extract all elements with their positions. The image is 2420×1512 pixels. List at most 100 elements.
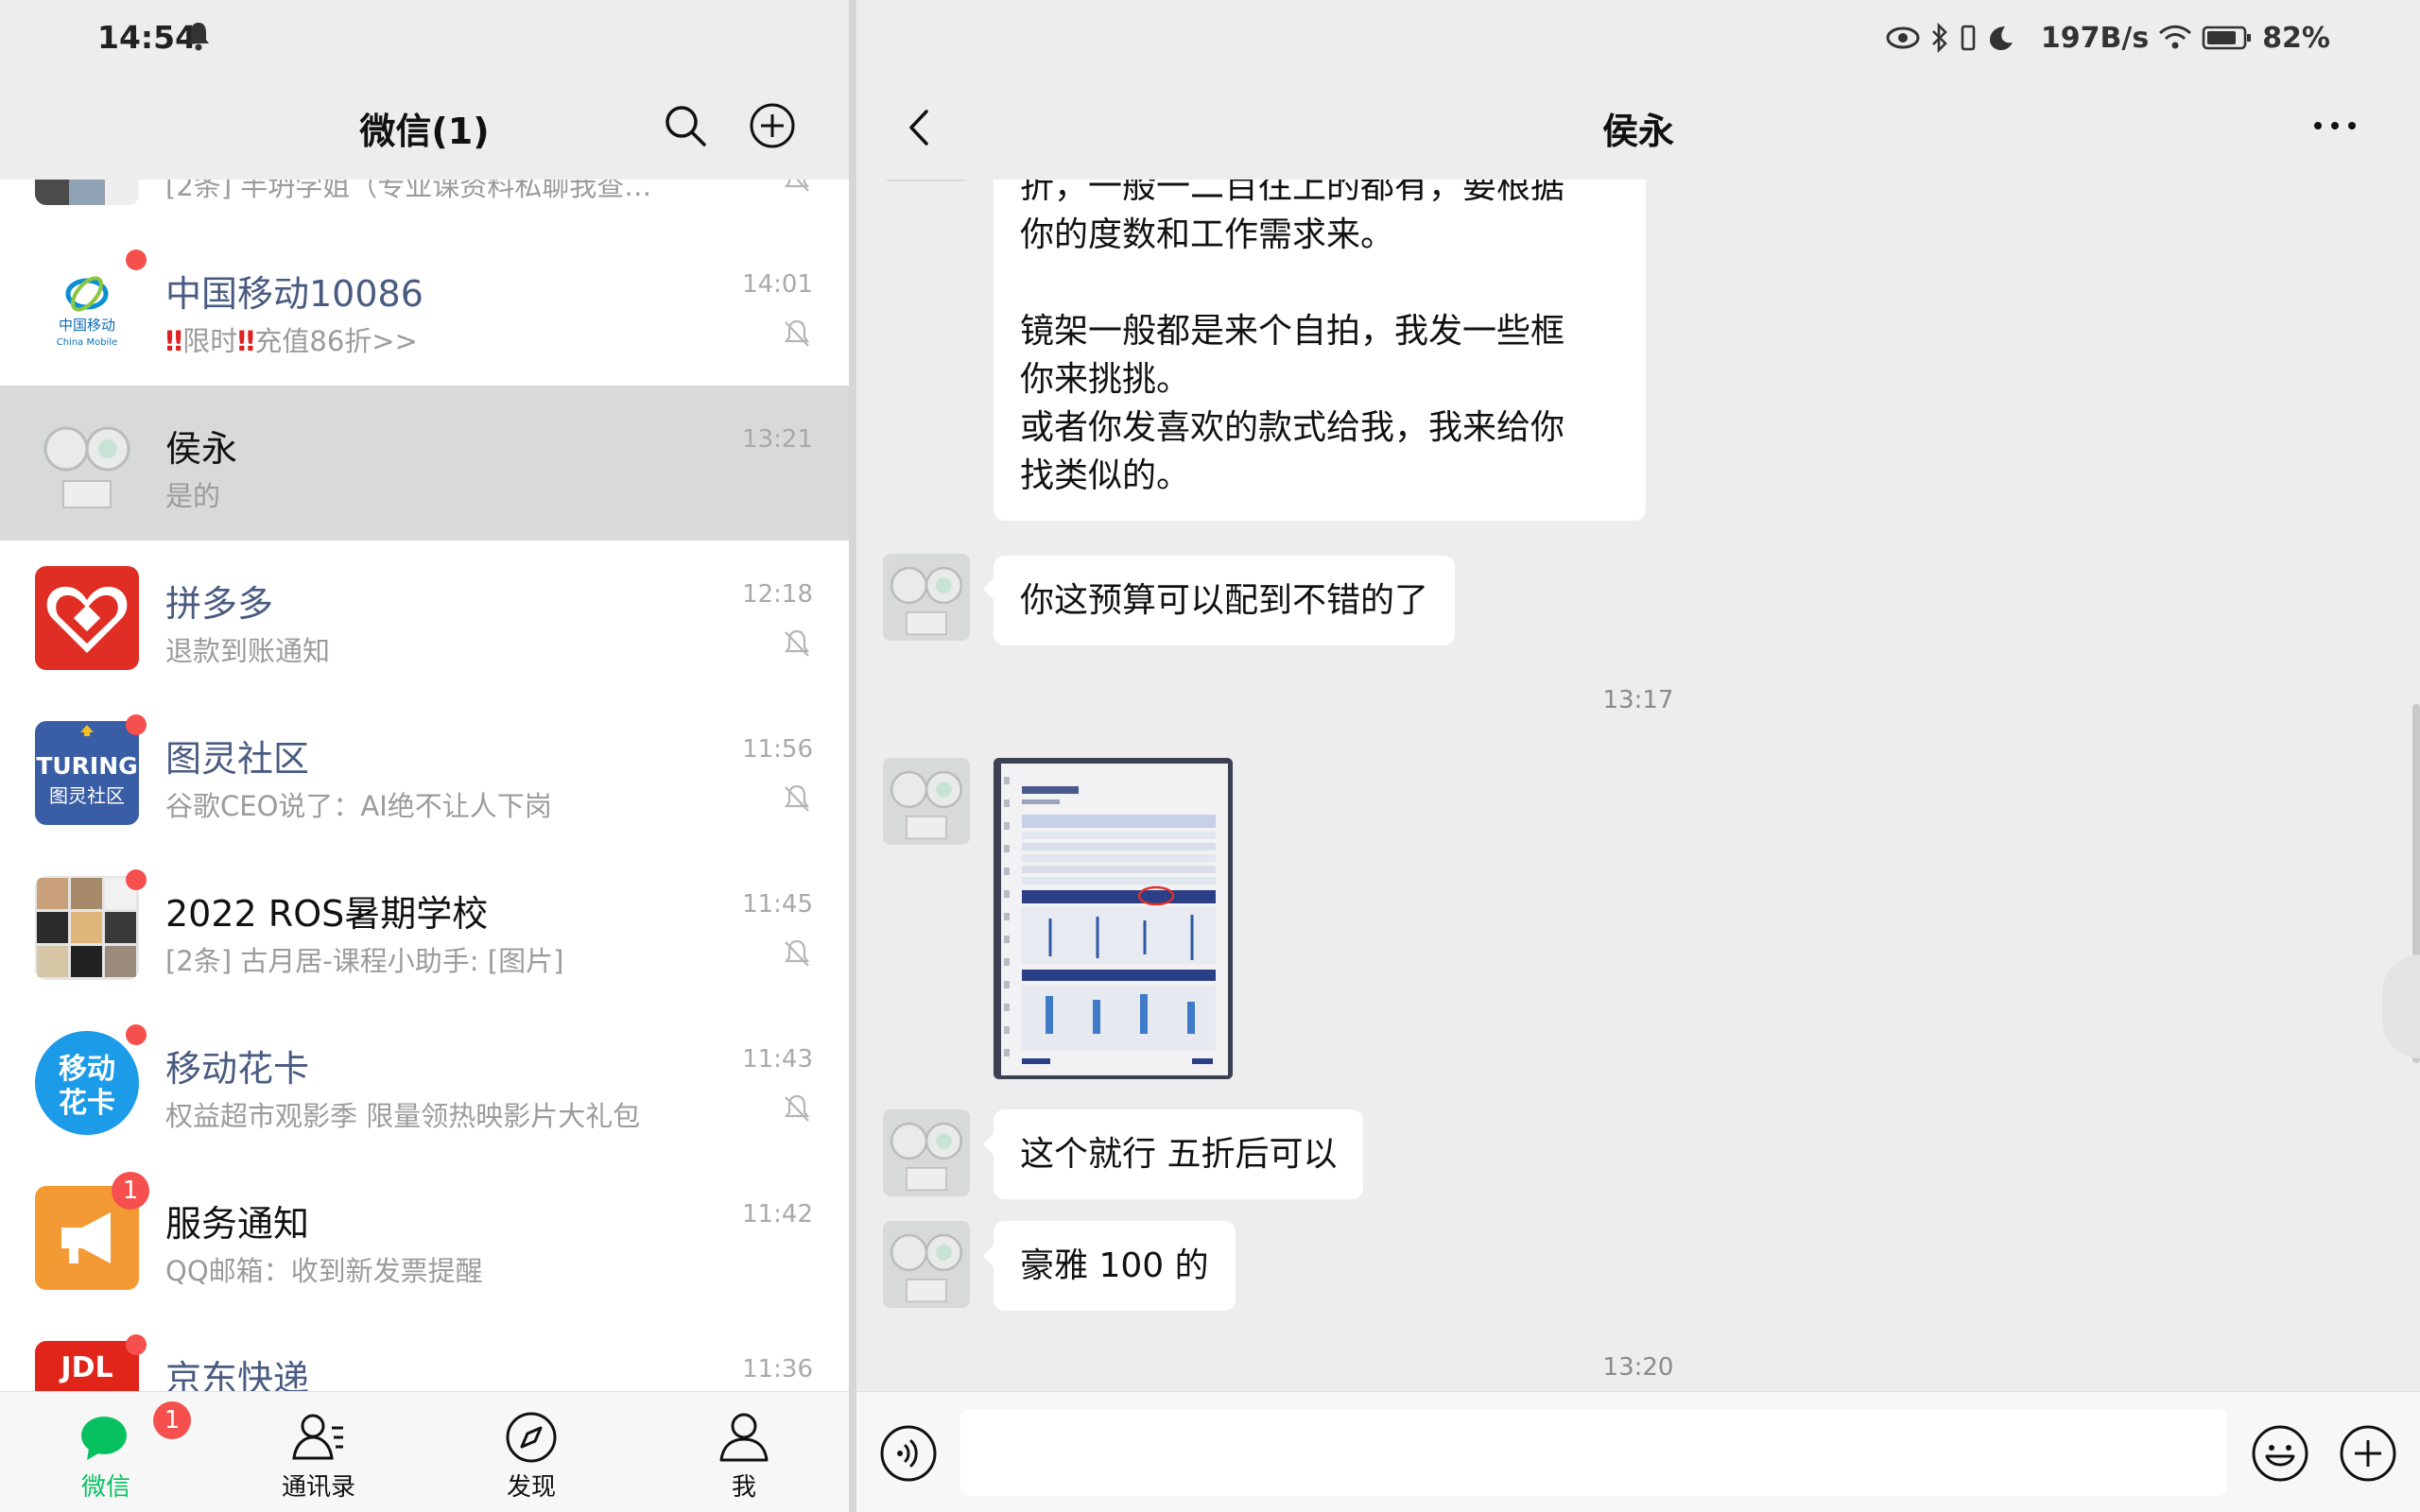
voice-input-icon[interactable] <box>879 1424 938 1483</box>
notification-bell-icon <box>188 23 209 51</box>
contact-avatar <box>35 411 139 515</box>
moon-icon <box>1989 26 2013 50</box>
nav-discover[interactable]: 发现 <box>460 1392 602 1512</box>
message-line: 镜架一般都是来个自拍，我发一些框 <box>1020 312 1565 351</box>
jd-avatar: JDL <box>35 1341 139 1391</box>
chat-name: 图灵社区 <box>165 738 310 780</box>
chat-row-jd-express[interactable]: JDL 京东快递 11:36 <box>0 1315 849 1391</box>
chat-name: 侯永 <box>165 428 238 470</box>
nav-label: 发现 <box>506 1473 556 1502</box>
message-line: 你的度数和工作需求来。 <box>1020 215 1395 254</box>
emoji-icon[interactable] <box>2251 1424 2309 1483</box>
message-bubble[interactable]: 豪雅 100 的 <box>994 1221 1236 1311</box>
battery-percent: 82% <box>2262 21 2330 55</box>
pinduoduo-avatar <box>35 566 139 670</box>
unread-dot <box>126 1024 147 1045</box>
chat-time: 11:56 <box>742 735 813 764</box>
message-timestamp: 13:20 <box>1602 1353 1674 1382</box>
more-options-icon[interactable] <box>2307 112 2363 140</box>
image-message[interactable] <box>994 758 1233 1079</box>
preview-text-b: 充值86折>> <box>254 325 418 357</box>
nav-label: 我 <box>731 1473 756 1502</box>
message-list: 折，一般一二百往上的都有，要根据 你的度数和工作需求来。 镜架一般都是来个自拍，… <box>856 180 2420 1391</box>
network-speed: 197B/s <box>2040 21 2150 55</box>
chat-time: 11:43 <box>742 1045 813 1074</box>
more-functions-icon[interactable] <box>2339 1424 2397 1483</box>
svg-text:花卡: 花卡 <box>59 1087 115 1120</box>
mute-bell-icon <box>784 1094 810 1122</box>
chat-row-service-notice[interactable]: 1 服务通知 QQ邮箱：收到新发票提醒 11:42 <box>0 1160 849 1315</box>
message-input[interactable] <box>960 1409 2227 1496</box>
person-icon <box>719 1413 769 1462</box>
contacts-icon <box>292 1414 343 1460</box>
message-line: 折，一般一二百往上的都有，要根据 <box>1020 180 1565 206</box>
sender-avatar <box>883 1221 970 1308</box>
eye-icon <box>1886 26 1920 49</box>
message-line: 你来挑挑。 <box>1020 360 1191 399</box>
chat-preview: [2条] 古月居-课程小助手: [图片] <box>165 945 564 977</box>
sender-avatar <box>883 758 970 845</box>
chat-time: 11:45 <box>742 890 813 919</box>
status-bar: 14:54 <box>0 0 849 76</box>
chat-preview: 退款到账通知 <box>165 635 331 667</box>
nav-label: 通讯录 <box>281 1473 355 1502</box>
chat-name: 2022 ROS暑期学校 <box>165 893 489 935</box>
bluetooth-icon <box>1931 23 1947 53</box>
bottom-nav: 1 微信 通讯录 发现 我 <box>0 1391 849 1512</box>
chat-row-houyong[interactable]: 侯永 是的 13:21 <box>0 386 849 541</box>
message-bubble[interactable]: 这个就行 五折后可以 <box>994 1109 1364 1199</box>
message-bubble[interactable]: 你这预算可以配到不错的了 <box>994 556 1456 645</box>
svg-text:中国移动: 中国移动 <box>59 317 115 334</box>
mute-bell-icon <box>784 939 810 967</box>
nav-me[interactable]: 我 <box>673 1392 815 1512</box>
china-mobile-avatar: 中国移动 China Mobile <box>35 256 139 360</box>
chat-preview: 是的 <box>165 480 221 512</box>
chat-row-china-mobile[interactable]: 中国移动 China Mobile 中国移动10086 ‼限时‼充值86折>> … <box>0 231 849 386</box>
chat-preview: QQ邮箱：收到新发票提醒 <box>165 1255 483 1287</box>
chat-name: 京东快递 <box>165 1358 310 1391</box>
mute-bell-icon <box>784 180 810 192</box>
chat-row-ros-school[interactable]: 2022 ROS暑期学校 [2条] 古月居-课程小助手: [图片] 11:45 <box>0 850 849 1005</box>
chat-row-huaka[interactable]: 移动 花卡 移动花卡 权益超市观影季 限量领热映影片大礼包 11:43 <box>0 1005 849 1160</box>
price-sheet-photo-icon <box>994 758 1233 1079</box>
mute-bell-icon <box>784 784 810 812</box>
chat-name: 拼多多 <box>165 583 274 625</box>
nav-chats[interactable]: 1 微信 <box>35 1392 191 1512</box>
wifi-icon <box>2159 25 2192 49</box>
chat-name: 服务通知 <box>165 1203 310 1245</box>
group-avatar <box>35 180 139 205</box>
chat-time: 14:01 <box>742 270 813 299</box>
pane-divider[interactable] <box>849 0 856 1512</box>
chat-time: 11:42 <box>742 1200 813 1228</box>
chat-row-turing[interactable]: TURING 图灵社区 图灵社区 谷歌CEO说了：AI绝不让人下岗 11:56 <box>0 696 849 850</box>
add-icon[interactable] <box>749 102 796 149</box>
sender-avatar <box>883 1109 970 1196</box>
chat-list-pane: 14:54 微信(1) [2条] 半坍学姐（专业课资料私聊我查… 中国移动 Ch… <box>0 0 849 1512</box>
svg-text:JDL: JDL <box>59 1351 112 1384</box>
pinduoduo-logo-icon <box>46 586 128 653</box>
svg-text:图灵社区: 图灵社区 <box>49 784 125 807</box>
page-title: 微信(1) <box>359 111 490 152</box>
chat-row-group[interactable]: [2条] 半坍学姐（专业课资料私聊我查… <box>0 180 849 231</box>
china-mobile-logo-icon: 中国移动 China Mobile <box>57 276 117 348</box>
unread-dot <box>126 714 147 735</box>
search-icon[interactable] <box>662 102 709 149</box>
chat-row-pinduoduo[interactable]: 拼多多 退款到账通知 12:18 <box>0 541 849 696</box>
conversation-title: 侯永 <box>1601 111 1674 152</box>
message-line <box>1020 259 1619 307</box>
message-bubble[interactable]: 折，一般一二百往上的都有，要根据 你的度数和工作需求来。 镜架一般都是来个自拍，… <box>994 180 1646 521</box>
nav-contacts[interactable]: 通讯录 <box>248 1392 389 1512</box>
chat-time: 11:36 <box>742 1355 813 1383</box>
compass-icon <box>506 1412 557 1463</box>
nav-label: 微信 <box>80 1473 130 1502</box>
conversation-pane: 197B/s 82% 侯永 折，一般一二百往上的都有，要根据 你的度数和工作需求… <box>856 0 2420 1512</box>
unread-dot <box>126 1334 147 1355</box>
sender-avatar <box>883 554 970 641</box>
status-icons: 197B/s 82% <box>1886 19 2330 57</box>
chat-preview: [2条] 半坍学姐（专业课资料私聊我查… <box>165 180 652 202</box>
sender-avatar <box>883 180 970 181</box>
chat-time: 12:18 <box>742 580 813 609</box>
svg-text:移动: 移动 <box>59 1053 115 1086</box>
mute-bell-icon <box>784 629 810 657</box>
unread-dot <box>126 869 147 890</box>
